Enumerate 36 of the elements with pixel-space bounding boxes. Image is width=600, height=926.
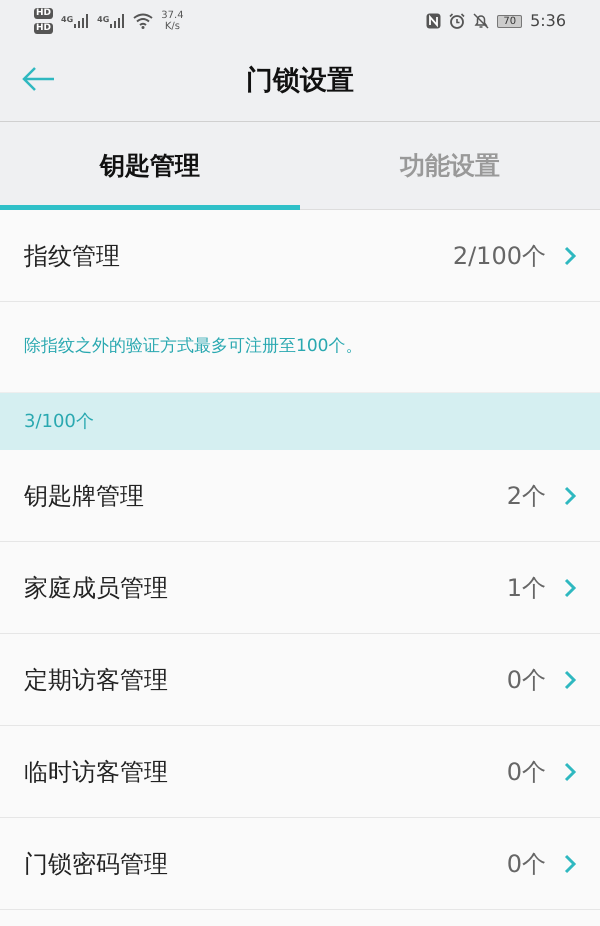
chevron-right-icon bbox=[564, 246, 576, 266]
row-label: 指纹管理 bbox=[24, 240, 121, 272]
section-header: 3/100个 bbox=[0, 393, 600, 450]
row-label: 定期访客管理 bbox=[24, 664, 169, 696]
chevron-right-icon bbox=[564, 578, 576, 598]
clock: 5:36 bbox=[530, 10, 566, 32]
bell-off-icon bbox=[473, 13, 490, 29]
signal-icon bbox=[73, 14, 90, 28]
chevron-right-icon bbox=[564, 854, 576, 874]
row-count: 2个 bbox=[506, 480, 546, 512]
page-title: 门锁设置 bbox=[246, 64, 354, 98]
row-label: 门锁密码管理 bbox=[24, 848, 169, 880]
signal-icon bbox=[109, 14, 126, 28]
alarm-icon bbox=[449, 13, 466, 29]
hd-badge: HD bbox=[34, 8, 54, 19]
nfc-icon bbox=[426, 13, 442, 29]
speed-value: 37.4 bbox=[161, 10, 184, 21]
row-label: 临时访客管理 bbox=[24, 756, 169, 788]
row-count: 2/100个 bbox=[452, 240, 546, 272]
network-type: 4G bbox=[61, 14, 74, 26]
row-label: 家庭成员管理 bbox=[24, 572, 169, 604]
network-type: 4G bbox=[97, 14, 110, 26]
chevron-right-icon bbox=[564, 762, 576, 782]
speed-unit: K/s bbox=[164, 21, 181, 32]
row-count: 0个 bbox=[506, 756, 546, 788]
row-label: 钥匙牌管理 bbox=[24, 480, 145, 512]
row-count: 0个 bbox=[506, 848, 546, 880]
back-button[interactable] bbox=[22, 66, 56, 92]
wifi-icon bbox=[133, 13, 154, 29]
hd-badge: HD bbox=[34, 23, 54, 34]
row-count: 0个 bbox=[506, 664, 546, 696]
chevron-right-icon bbox=[564, 670, 576, 690]
chevron-right-icon bbox=[564, 486, 576, 506]
row-count: 1个 bbox=[506, 572, 546, 604]
battery-indicator: 70 bbox=[497, 14, 522, 28]
back-arrow-icon bbox=[22, 66, 56, 92]
